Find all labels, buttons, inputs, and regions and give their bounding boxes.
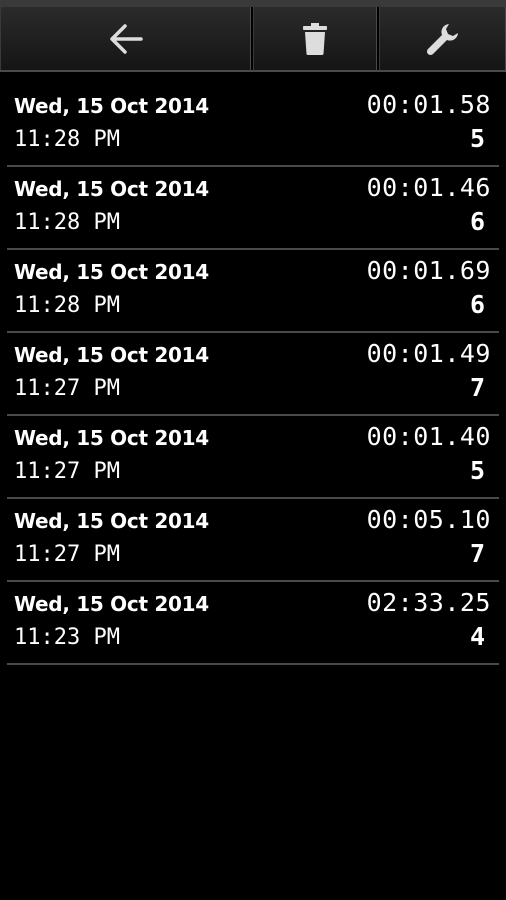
record-duration: 00:01.58 (366, 90, 491, 119)
record-count: 7 (469, 539, 485, 568)
record-date: Wed, 15 Oct 2014 (14, 94, 209, 118)
record-time: 11:28 PM (14, 293, 120, 318)
settings-button[interactable] (379, 7, 506, 70)
records-list: Wed, 15 Oct 2014 11:28 PM 00:01.58 5 Wed… (7, 84, 499, 665)
record-time: 11:27 PM (14, 459, 120, 484)
list-item[interactable]: Wed, 15 Oct 2014 11:28 PM 00:01.58 5 (7, 84, 499, 167)
list-item[interactable]: Wed, 15 Oct 2014 11:27 PM 00:01.49 7 (7, 333, 499, 416)
record-count: 6 (469, 207, 485, 236)
action-toolbar (0, 7, 506, 72)
record-date: Wed, 15 Oct 2014 (14, 426, 209, 450)
record-count: 5 (469, 124, 485, 153)
record-duration: 00:01.46 (366, 173, 491, 202)
record-duration: 00:01.49 (366, 339, 491, 368)
record-time: 11:27 PM (14, 376, 120, 401)
list-item[interactable]: Wed, 15 Oct 2014 11:28 PM 00:01.69 6 (7, 250, 499, 333)
back-button[interactable] (0, 7, 253, 70)
trash-icon (302, 22, 328, 56)
record-date: Wed, 15 Oct 2014 (14, 592, 209, 616)
list-item[interactable]: Wed, 15 Oct 2014 11:27 PM 00:05.10 7 (7, 499, 499, 582)
record-date: Wed, 15 Oct 2014 (14, 509, 209, 533)
record-duration: 00:01.40 (366, 422, 491, 451)
list-item[interactable]: Wed, 15 Oct 2014 11:28 PM 00:01.46 6 (7, 167, 499, 250)
record-time: 11:28 PM (14, 127, 120, 152)
record-duration: 00:05.10 (366, 505, 491, 534)
wrench-icon (425, 21, 461, 57)
status-strip (0, 0, 506, 7)
record-count: 5 (469, 456, 485, 485)
record-duration: 00:01.69 (366, 256, 491, 285)
record-date: Wed, 15 Oct 2014 (14, 343, 209, 367)
list-item[interactable]: Wed, 15 Oct 2014 11:27 PM 00:01.40 5 (7, 416, 499, 499)
arrow-left-icon (108, 23, 144, 55)
record-date: Wed, 15 Oct 2014 (14, 177, 209, 201)
record-count: 4 (469, 622, 485, 651)
record-time: 11:23 PM (14, 625, 120, 650)
record-time: 11:28 PM (14, 210, 120, 235)
delete-button[interactable] (253, 7, 379, 70)
record-count: 7 (469, 373, 485, 402)
record-date: Wed, 15 Oct 2014 (14, 260, 209, 284)
list-item[interactable]: Wed, 15 Oct 2014 11:23 PM 02:33.25 4 (7, 582, 499, 665)
record-count: 6 (469, 290, 485, 319)
record-duration: 02:33.25 (366, 588, 491, 617)
record-time: 11:27 PM (14, 542, 120, 567)
